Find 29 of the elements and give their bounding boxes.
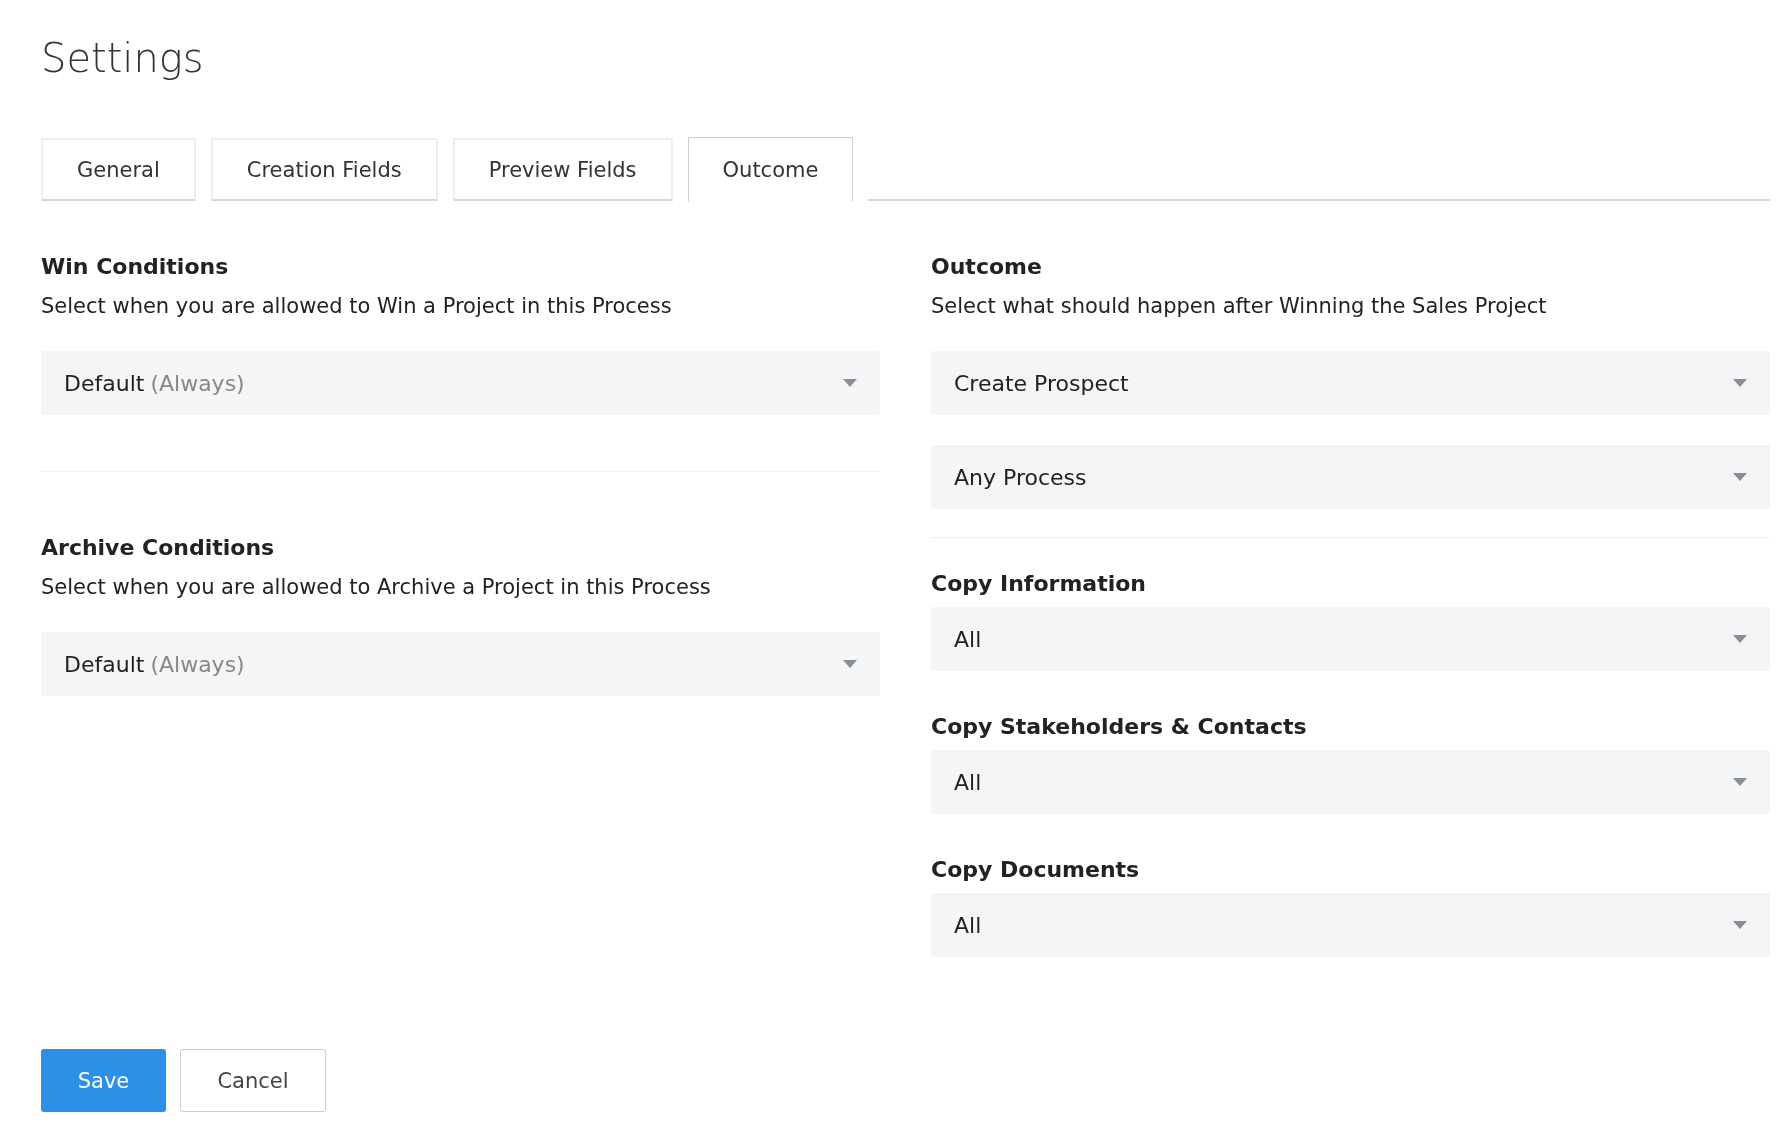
tab[interactable]: Creation Fields: [210, 138, 438, 201]
tab[interactable]: Preview Fields: [452, 138, 673, 201]
caret-icon: [1733, 921, 1747, 929]
section-heading: Outcome: [931, 253, 1043, 281]
caret-icon: [1733, 473, 1747, 481]
field-label: Copy Information: [931, 570, 1147, 598]
section-description: Select when you are allowed to Archive a Project in this Process: [41, 574, 712, 601]
page-title: Settings: [41, 34, 205, 83]
section-heading: Win Conditions: [41, 253, 230, 281]
dropdown[interactable]: All: [931, 750, 1770, 814]
caret-icon: [1733, 778, 1747, 786]
tab[interactable]: General: [41, 138, 196, 201]
section-heading: Archive Conditions: [41, 534, 276, 562]
dropdown[interactable]: Create Prospect: [931, 351, 1770, 415]
dropdown[interactable]: Any Process: [931, 445, 1770, 509]
dropdown[interactable]: Default (Always): [41, 632, 880, 696]
dropdown[interactable]: All: [931, 893, 1770, 957]
field-label: Copy Stakeholders & Contacts: [931, 713, 1308, 741]
section-description: Select what should happen after Winning the Sales Project: [931, 293, 1548, 320]
tab[interactable]: Outcome: [687, 137, 854, 202]
cancel-button[interactable]: Cancel: [180, 1049, 326, 1112]
field-label: Copy Documents: [931, 856, 1141, 884]
caret-icon: [843, 660, 857, 668]
caret-icon: [1733, 635, 1747, 643]
caret-icon: [843, 379, 857, 387]
caret-icon: [1733, 379, 1747, 387]
dropdown[interactable]: All: [931, 607, 1770, 671]
dropdown[interactable]: Default (Always): [41, 351, 880, 415]
section-description: Select when you are allowed to Win a Project in this Process: [41, 293, 673, 320]
